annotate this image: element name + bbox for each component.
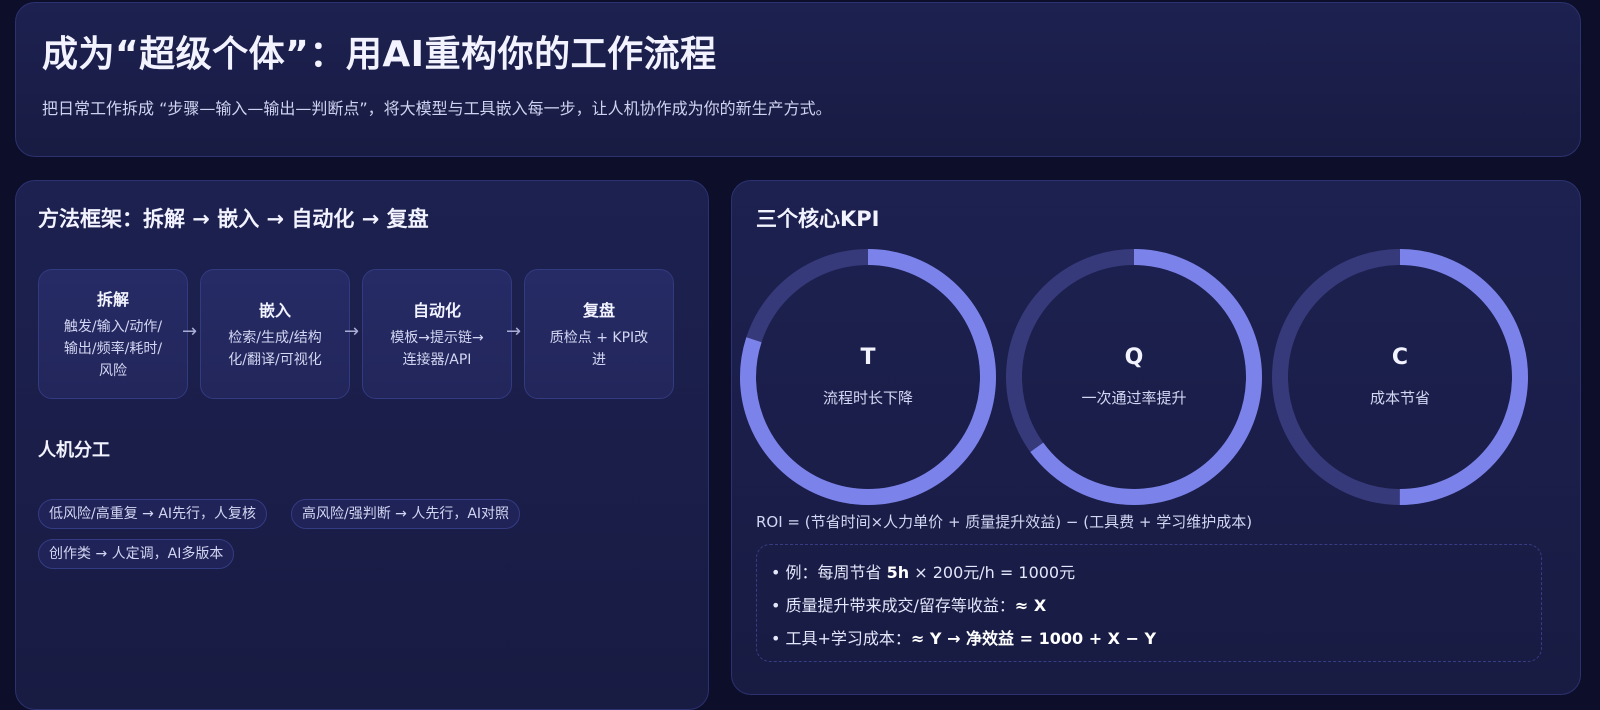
- ring-letter: Q: [1124, 345, 1144, 370]
- progress-ring: [1006, 249, 1262, 505]
- progress-ring: [1272, 249, 1528, 505]
- step-desc-line: 检索/生成/结构: [228, 330, 322, 346]
- ring-label: 流程时长下降: [822, 389, 913, 407]
- division-tag: 创作类 → 人定调，AI多版本: [38, 539, 235, 569]
- step-decompose: 拆解 触发/输入/动作/ 输出/频率/耗时/ 风险: [38, 269, 188, 399]
- example-text: • 例：每周节省: [771, 563, 887, 582]
- step-title: 复盘: [582, 301, 615, 320]
- kpi-ring-q: Q 一次通过率提升: [1006, 249, 1262, 505]
- example-text: × 200元/h = 1000元: [909, 563, 1076, 582]
- step-desc-line: 连接器/API: [402, 352, 472, 368]
- page-title: 成为“超级个体”：用AI重构你的工作流程: [42, 34, 717, 75]
- step-title: 嵌入: [258, 301, 291, 320]
- step-automate: 自动化 模板→提示链→ 连接器/API: [362, 269, 512, 399]
- step-desc: 检索/生成/结构 化/翻译/可视化: [228, 327, 321, 371]
- example-line: • 工具+学习成本：≈ Y → 净效益 = 1000 + X − Y: [771, 625, 1156, 649]
- step-desc-line: 风险: [99, 363, 127, 379]
- example-line: • 质量提升带来成交/留存等收益：≈ X: [771, 592, 1046, 616]
- ring-letter: C: [1391, 345, 1409, 370]
- method-card: 方法框架：拆解 → 嵌入 → 自动化 → 复盘 拆解 触发/输入/动作/ 输出/…: [15, 180, 709, 710]
- progress-ring: [740, 249, 996, 505]
- step-desc-line: 模板→提示链→: [390, 330, 484, 346]
- ring-label: 成本节省: [1369, 389, 1430, 407]
- step-title: 自动化: [412, 301, 461, 320]
- page-subtitle: 把日常工作拆成 “步骤—输入—输出—判断点”，将大模型与工具嵌入每一步，让人机协…: [42, 99, 832, 118]
- step-embed: 嵌入 检索/生成/结构 化/翻译/可视化: [200, 269, 350, 399]
- example-highlight: 5h: [886, 563, 910, 582]
- example-highlight: ≈ Y → 净效益 = 1000 + X − Y: [910, 629, 1157, 648]
- example-text: • 质量提升带来成交/留存等收益：: [771, 596, 1015, 615]
- division-title: 人机分工: [38, 440, 110, 461]
- step-desc: 触发/输入/动作/ 输出/频率/耗时/ 风险: [64, 316, 162, 382]
- step-desc-line: 化/翻译/可视化: [228, 352, 322, 368]
- step-desc-line: 进: [591, 352, 606, 368]
- step-desc: 模板→提示链→ 连接器/API: [390, 327, 483, 371]
- kpi-title: 三个核心KPI: [756, 207, 880, 231]
- kpi-ring-t: T 流程时长下降: [740, 249, 996, 505]
- roi-example-box: • 例：每周节省 5h × 200元/h = 1000元 • 质量提升带来成交/…: [756, 544, 1542, 662]
- step-desc-line: 输出/频率/耗时/: [63, 341, 163, 357]
- step-desc-line: 触发/输入/动作/: [63, 319, 163, 335]
- method-title: 方法框架：拆解 → 嵌入 → 自动化 → 复盘: [38, 207, 429, 231]
- step-title: 拆解: [96, 290, 129, 309]
- arrow-icon: →: [506, 321, 522, 342]
- arrow-icon: →: [344, 321, 360, 342]
- step-desc-line: 质检点 + KPI改: [549, 330, 649, 346]
- step-desc: 质检点 + KPI改 进: [550, 327, 648, 371]
- example-highlight: ≈ X: [1014, 596, 1047, 615]
- example-line: • 例：每周节省 5h × 200元/h = 1000元: [771, 559, 1075, 583]
- division-tag: 低风险/高重复 → AI先行，人复核: [38, 499, 268, 529]
- arrow-icon: →: [182, 321, 198, 342]
- ring-letter: T: [860, 345, 876, 370]
- kpi-ring-c: C 成本节省: [1272, 249, 1528, 505]
- roi-formula: ROI = (节省时间×人力单价 + 质量提升效益) − (工具费 + 学习维护…: [756, 513, 1253, 531]
- division-tag: 高风险/强判断 → 人先行，AI对照: [291, 499, 521, 529]
- step-review: 复盘 质检点 + KPI改 进: [524, 269, 674, 399]
- example-text: • 工具+学习成本：: [771, 629, 911, 648]
- kpi-card: 三个核心KPI T 流程时长下降 Q 一次通过率提升 C 成本节省 ROI = …: [731, 180, 1581, 695]
- ring-label: 一次通过率提升: [1081, 389, 1187, 407]
- header-card: 成为“超级个体”：用AI重构你的工作流程 把日常工作拆成 “步骤—输入—输出—判…: [15, 2, 1581, 157]
